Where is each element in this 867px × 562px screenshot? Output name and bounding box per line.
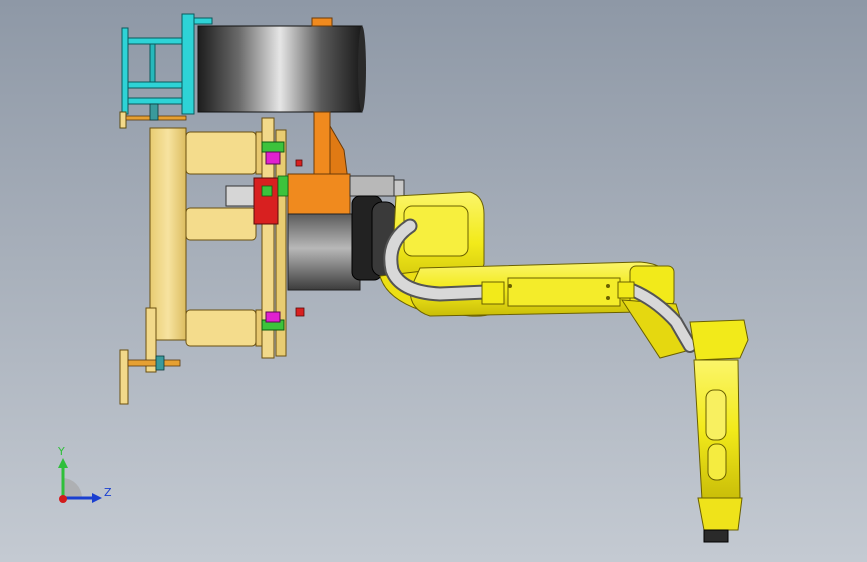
robot-wrist[interactable]	[689, 319, 749, 543]
red-marker-dot	[295, 159, 303, 167]
z-arrowhead	[92, 493, 102, 503]
z-axis-label: Z	[104, 486, 112, 499]
tan-fixture-frame[interactable]	[119, 127, 267, 405]
robot-upper-arm[interactable]	[409, 261, 691, 359]
y-axis-label: Y	[57, 445, 65, 458]
cad-viewport[interactable]: Y Z	[0, 0, 867, 562]
roller-drum[interactable]	[197, 25, 366, 113]
x-axis-origin	[59, 495, 67, 503]
axis-triad: Y Z	[57, 445, 112, 503]
red-marker-dot	[295, 307, 305, 317]
y-arrowhead	[58, 458, 68, 468]
